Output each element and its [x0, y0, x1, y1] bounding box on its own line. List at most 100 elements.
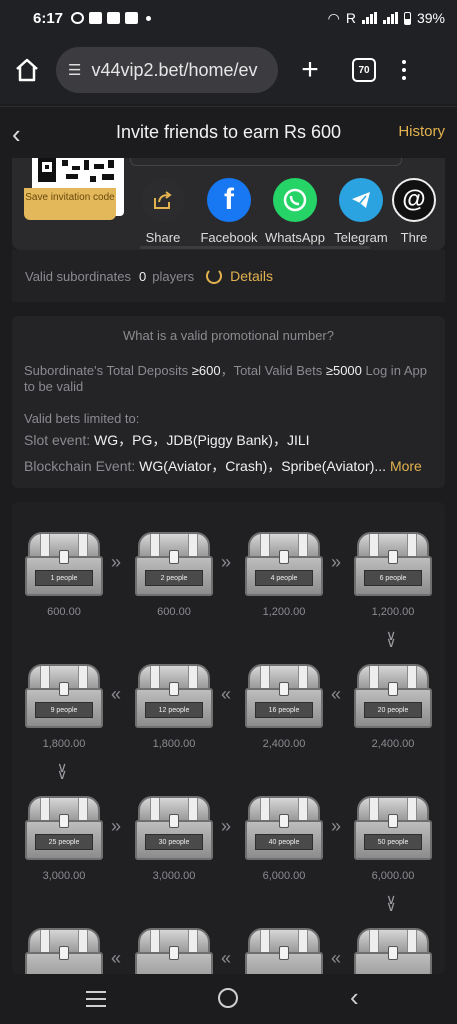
chest-people-label: 20 people	[364, 702, 422, 718]
details-link[interactable]: Details	[230, 268, 273, 284]
reward-chest[interactable]: 25 people	[25, 796, 103, 862]
status-bar: 6:17 ◠ R 39%	[0, 0, 457, 36]
chevrons-down-icon: ∨ ∨	[386, 627, 397, 650]
chest-reward-amount: 6,000.00	[262, 870, 306, 882]
reward-chest[interactable]: 6 people	[354, 532, 432, 598]
page-title: Invite friends to earn Rs 600	[115, 122, 342, 142]
blockchain-event-label: Blockchain Event:	[24, 458, 140, 474]
chevrons-right-icon: »	[331, 552, 341, 572]
roaming-indicator: R	[345, 10, 356, 26]
chevrons-right-icon: »	[111, 816, 121, 836]
tab-switcher-button[interactable]: 70	[352, 58, 376, 82]
more-link[interactable]: More	[390, 458, 422, 474]
battery-icon	[403, 11, 411, 25]
rule-deposits-value: ≥600	[191, 363, 221, 378]
reward-chest[interactable]	[25, 928, 103, 974]
share-option-whatsapp[interactable]: WhatsApp	[262, 178, 328, 245]
chest-reward-amount: 2,400.00	[371, 738, 415, 750]
share-options: Share f Facebook WhatsApp Telegram @ Thr…	[130, 178, 436, 245]
reward-chest[interactable]: 20 people	[354, 664, 432, 730]
share-option-share[interactable]: Share	[130, 178, 196, 245]
share-option-facebook[interactable]: f Facebook	[196, 178, 262, 245]
snapchat-notification-icon	[89, 12, 103, 24]
back-nav-icon[interactable]: ‹	[350, 982, 359, 1013]
reward-chest[interactable]: 12 people	[135, 664, 213, 730]
recents-icon[interactable]	[86, 991, 106, 1012]
home-icon[interactable]	[12, 55, 42, 85]
chest-people-label: 25 people	[35, 834, 93, 850]
reward-chest[interactable]	[354, 928, 432, 974]
refresh-icon[interactable]	[206, 268, 223, 284]
reward-chest[interactable]: 1 people	[25, 532, 103, 598]
chest-reward-amount: 1,800.00	[42, 738, 86, 750]
chevrons-left-icon: «	[221, 948, 231, 968]
signal-icon-2	[382, 12, 398, 24]
battery-percent: 39%	[416, 10, 445, 26]
wifi-icon: ◠	[327, 9, 340, 26]
reward-chest[interactable]: 16 people	[245, 664, 323, 730]
chest-reward-amount: 1,800.00	[152, 738, 196, 750]
chest-people-label: 50 people	[364, 834, 422, 850]
valid-subordinates-count: 0	[139, 268, 147, 284]
reward-chest[interactable]: 4 people	[245, 532, 323, 598]
more-notifications-dot	[146, 15, 152, 21]
reward-chest[interactable]: 50 people	[354, 796, 432, 862]
chevrons-left-icon: «	[331, 948, 341, 968]
facebook-icon: f	[207, 178, 251, 222]
share-card: Save invitation code Share f Facebook Wh…	[12, 158, 445, 250]
reward-chest[interactable]	[245, 928, 323, 974]
lock-icon	[279, 682, 289, 696]
site-settings-icon[interactable]: ☰	[68, 61, 81, 79]
chest-reward-amount: 6,000.00	[371, 870, 415, 882]
whatsapp-icon	[273, 178, 317, 222]
reward-chest[interactable]: 9 people	[25, 664, 103, 730]
browser-toolbar: ☰ v44vip2.bet/home/ev + 70	[0, 36, 457, 104]
home-button-icon[interactable]	[218, 988, 238, 1008]
lock-icon	[388, 682, 398, 696]
address-bar[interactable]: ☰ v44vip2.bet/home/ev	[56, 47, 278, 93]
share-label: Share	[145, 230, 181, 245]
chevron-left-icon[interactable]: ‹	[12, 119, 21, 150]
lock-icon	[59, 682, 69, 696]
history-link[interactable]: History	[398, 123, 445, 140]
slot-event-value: WG，PG，JDB(Piggy Bank)，JILI	[94, 432, 310, 448]
lock-icon	[169, 814, 179, 828]
plus-icon[interactable]: +	[296, 53, 324, 87]
reward-chest[interactable]	[135, 928, 213, 974]
rules-text: Subordinate's Total Deposits ≥600，Total …	[24, 363, 433, 395]
share-scroll-indicator[interactable]	[140, 246, 370, 249]
reward-chest[interactable]: 40 people	[245, 796, 323, 862]
valid-subordinates-row: Valid subordinates 0 players Details	[12, 250, 445, 302]
save-invitation-code-button[interactable]: Save invitation code	[24, 188, 116, 220]
lock-icon	[388, 946, 398, 960]
chest-reward-amount: 1,200.00	[262, 606, 306, 618]
facebook-notification-icon-2	[125, 12, 139, 24]
slot-event-label: Slot event:	[24, 432, 95, 448]
share-option-telegram[interactable]: Telegram	[328, 178, 394, 245]
reward-chest[interactable]: 2 people	[135, 532, 213, 598]
rule-deposits-label: Subordinate's Total Deposits	[24, 363, 192, 378]
limited-label: Valid bets limited to:	[24, 411, 140, 426]
chevrons-right-icon: »	[111, 552, 121, 572]
chest-people-label: 12 people	[145, 702, 203, 718]
chest-reward-amount: 1,200.00	[371, 606, 415, 618]
chest-people-label: 30 people	[145, 834, 203, 850]
invite-link-box	[130, 158, 402, 166]
chest-people-label: 40 people	[255, 834, 313, 850]
valid-subordinates-label: Valid subordinates	[25, 268, 131, 284]
chevrons-down-icon: ∨ ∨	[386, 891, 397, 914]
signal-icon	[361, 12, 377, 24]
chest-reward-amount: 600.00	[157, 606, 191, 618]
chevrons-right-icon: »	[221, 816, 231, 836]
chest-people-label: 9 people	[35, 702, 93, 718]
lock-icon	[169, 946, 179, 960]
share-option-threads[interactable]: @ Thre	[392, 178, 436, 245]
lock-icon	[388, 814, 398, 828]
kebab-icon[interactable]	[402, 60, 406, 80]
telegram-icon	[339, 178, 383, 222]
lock-icon	[279, 946, 289, 960]
reward-chests-area: 1 people 600.00 2 people 600.00 4 people 1,20…	[12, 502, 445, 974]
blockchain-event-line: Blockchain Event: WG(Aviator，Crash)，Spri…	[24, 453, 433, 479]
reward-chest[interactable]: 30 people	[135, 796, 213, 862]
chevrons-left-icon: «	[331, 684, 341, 704]
